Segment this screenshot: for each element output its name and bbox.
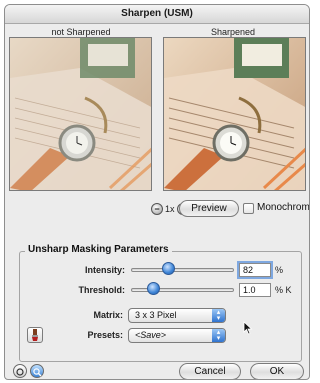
- threshold-label: Threshold:: [78, 285, 126, 295]
- ok-button[interactable]: OK: [250, 363, 304, 379]
- preview-caption-original: not Sharpened: [51, 27, 111, 37]
- threshold-field[interactable]: 1.0: [239, 283, 271, 297]
- preview-caption-sharpened: Sharpened: [210, 27, 256, 37]
- cancel-button[interactable]: Cancel: [179, 363, 241, 379]
- chevron-updown-icon: ▴ ▾: [212, 329, 225, 342]
- intensity-slider[interactable]: [131, 268, 234, 272]
- matrix-label: Matrix:: [93, 310, 123, 320]
- chevron-updown-icon: ▴ ▾: [212, 309, 225, 322]
- preview-button[interactable]: Preview: [179, 200, 239, 217]
- unsharp-masking-title: Unsharp Masking Parameters: [25, 244, 172, 255]
- preview-image-original[interactable]: [9, 37, 152, 191]
- zoom-out-icon[interactable]: −: [151, 203, 163, 215]
- intensity-label: Intensity:: [84, 265, 125, 275]
- brush-tool-button[interactable]: [27, 327, 43, 343]
- info-icon[interactable]: [30, 364, 44, 378]
- presets-popup[interactable]: <Save> ▴ ▾: [128, 328, 226, 343]
- presets-label: Presets:: [87, 330, 123, 340]
- brush-icon: [32, 329, 38, 341]
- intensity-field[interactable]: 82: [239, 263, 271, 277]
- monochrome-checkbox[interactable]: [243, 203, 254, 214]
- zoom-level: 1x: [165, 204, 175, 214]
- threshold-unit: % K: [275, 285, 292, 295]
- matrix-popup[interactable]: 3 x 3 Pixel ▴ ▾: [128, 308, 226, 323]
- title-bar[interactable]: Sharpen (USM): [5, 5, 309, 24]
- presets-selected: <Save>: [135, 330, 167, 340]
- sharpen-dialog: Sharpen (USM) not Sharpened Sharpened − …: [4, 4, 310, 380]
- preview-image-sharpened[interactable]: [163, 37, 306, 191]
- monochrome-label: Monochrome: [257, 202, 310, 213]
- help-icon[interactable]: [13, 364, 27, 378]
- intensity-unit: %: [275, 265, 284, 275]
- mouse-cursor-icon: [243, 321, 253, 335]
- window-title: Sharpen (USM): [121, 8, 193, 19]
- intensity-slider-thumb[interactable]: [161, 262, 175, 275]
- matrix-selected: 3 x 3 Pixel: [135, 310, 177, 320]
